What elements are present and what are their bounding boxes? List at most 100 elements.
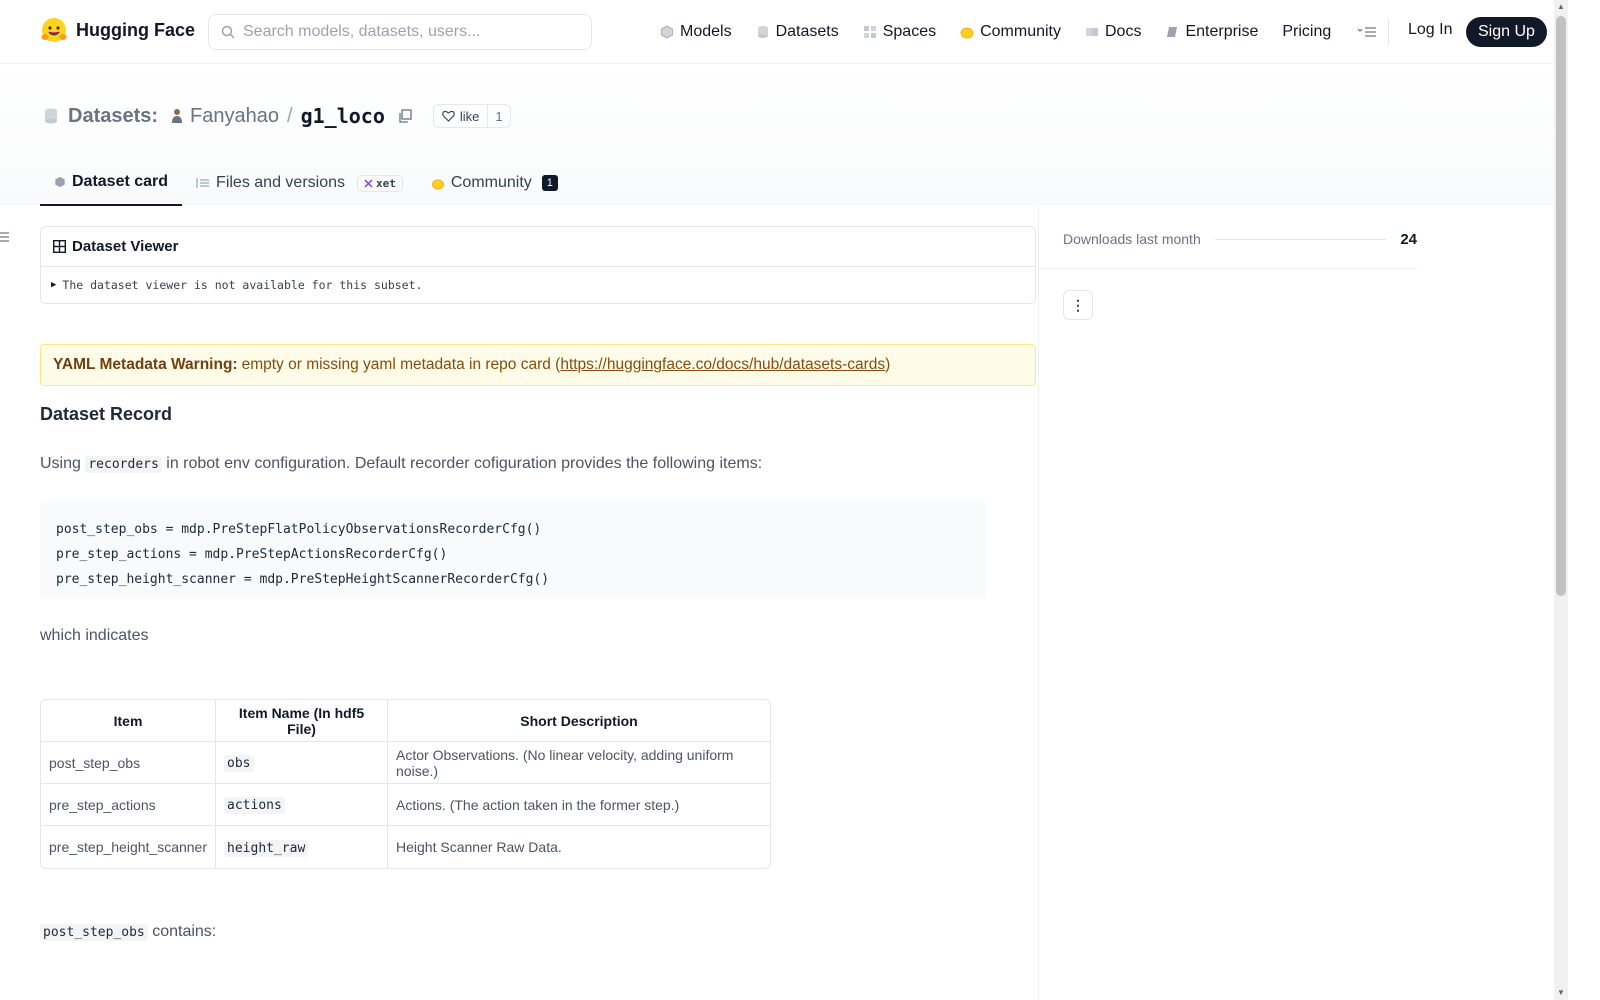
hugging-face-logo-icon [41, 18, 67, 42]
nav-models[interactable]: Models [660, 23, 732, 41]
xet-badge: xet [357, 174, 403, 192]
dataset-viewer-message: The dataset viewer is not available for … [62, 278, 423, 292]
tab-dataset-card-label: Dataset card [72, 173, 169, 190]
intro-text-pre: Using [40, 455, 86, 472]
dataset-card-content: Dataset Viewer ▶ The dataset viewer is n… [40, 226, 1036, 941]
files-icon [196, 178, 210, 188]
inline-code: recorders [85, 456, 162, 473]
scrollbar-thumb[interactable] [1556, 16, 1566, 596]
code-line: post_step_obs = mdp.PreStepFlatPolicyObs… [56, 522, 542, 537]
avatar [172, 109, 183, 123]
docs-icon [1086, 28, 1098, 37]
nav-community[interactable]: Community [960, 23, 1061, 41]
warning-close-paren: ) [885, 356, 891, 373]
section-heading: Dataset Record [40, 404, 173, 424]
table-header-row: Item Item Name (In hdf5 File) Short Desc… [41, 700, 771, 742]
nav-community-label: Community [980, 23, 1061, 40]
xet-icon [364, 179, 373, 187]
tab-community[interactable]: Community 1 [417, 160, 572, 206]
scroll-up-arrow-icon[interactable]: ▲ [1557, 3, 1565, 11]
table-icon [53, 240, 66, 253]
inline-code: post_step_obs [40, 924, 148, 941]
dataset-viewer-disclosure[interactable]: ▶ The dataset viewer is not available fo… [41, 267, 1035, 303]
downloads-stat: Downloads last month 24 [1063, 230, 1417, 248]
spaces-icon [863, 26, 876, 38]
dataset-viewer-header: Dataset Viewer [41, 227, 1035, 267]
brand[interactable]: Hugging Face [40, 16, 195, 44]
downloads-label: Downloads last month [1063, 231, 1201, 247]
table-row: post_step_obs obs Actor Observations. (N… [41, 742, 771, 784]
tab-files-and-versions[interactable]: Files and versions xet [182, 160, 417, 206]
login-link[interactable]: Log In [1408, 21, 1452, 39]
community-icon [960, 27, 974, 39]
repo-name[interactable]: g1_loco [301, 104, 385, 128]
search-icon [221, 25, 235, 39]
nav-links: Models Datasets Spaces Community Docs En… [660, 20, 1379, 44]
code-line: pre_step_height_scanner = mdp.PreStepHei… [56, 572, 550, 587]
nav-spaces[interactable]: Spaces [863, 23, 936, 41]
brand-name: Hugging Face [76, 19, 196, 40]
inline-code: height_raw [224, 839, 309, 857]
more-options-icon[interactable]: ⋮ [1063, 290, 1093, 320]
repo-header: Datasets: Fanyahao / g1_loco like 1 Data… [0, 64, 1568, 206]
more-menu-icon[interactable] [1355, 20, 1379, 44]
table-cell-desc: Actions. (The action taken in the former… [388, 784, 771, 826]
indicates-paragraph: which indicates [40, 627, 149, 644]
nav-models-label: Models [680, 23, 732, 40]
repo-tabs: Dataset card Files and versions xet Comm… [40, 160, 572, 206]
breadcrumb-separator: / [287, 104, 293, 127]
heart-icon [442, 110, 455, 122]
downloads-value: 24 [1400, 230, 1417, 248]
repo-owner-link[interactable]: Fanyahao [190, 105, 279, 128]
tab-files-label: Files and versions [216, 174, 345, 191]
nav-enterprise[interactable]: Enterprise [1165, 23, 1258, 41]
community-icon [431, 178, 444, 189]
table-cell-item: pre_step_actions [41, 784, 217, 826]
table-cell-item: pre_step_height_scanner [41, 826, 217, 868]
nav-datasets[interactable]: Datasets [756, 23, 839, 41]
table-header-cell: Item Name (In hdf5 File) [216, 700, 389, 742]
nav-pricing-label: Pricing [1282, 23, 1332, 40]
code-block: post_step_obs = mdp.PreStepFlatPolicyObs… [40, 501, 986, 599]
table-cell-desc: Actor Observations. (No linear velocity,… [388, 742, 771, 784]
warning-text: empty or missing yaml metadata in repo c… [241, 356, 561, 373]
tab-community-label: Community [450, 174, 532, 191]
scroll-down-arrow-icon[interactable]: ▼ [1557, 989, 1565, 997]
nav-divider [1388, 18, 1389, 46]
like-count[interactable]: 1 [487, 105, 509, 127]
like-label: like [459, 108, 480, 124]
warning-label: YAML Metadata Warning: [53, 356, 238, 373]
enterprise-icon [1167, 27, 1178, 37]
dataset-viewer-title: Dataset Viewer [72, 238, 179, 255]
scrollbar[interactable]: ▲ ▼ [1554, 0, 1568, 1000]
table-cell-name: obs [216, 742, 389, 784]
xet-label: xet [376, 176, 396, 190]
dataset-viewer: Dataset Viewer ▶ The dataset viewer is n… [40, 226, 1036, 304]
search-input[interactable] [243, 23, 573, 41]
nav-pricing[interactable]: Pricing [1282, 23, 1331, 41]
contains-paragraph: post_step_obs contains: [40, 923, 1036, 941]
sidebar-divider [1039, 268, 1417, 269]
like-toggle[interactable]: like [434, 105, 488, 127]
copy-icon[interactable] [397, 108, 413, 124]
disclosure-triangle-icon: ▶ [51, 280, 57, 290]
contains-text: contains: [147, 923, 217, 940]
inline-code: obs [224, 755, 254, 772]
nav-datasets-label: Datasets [775, 23, 839, 40]
repo-title: Datasets: Fanyahao / g1_loco like 1 [44, 104, 511, 128]
table-row: pre_step_height_scanner height_raw Heigh… [41, 826, 770, 868]
toc-toggle-icon[interactable] [0, 230, 10, 244]
repo-type-label[interactable]: Datasets: [68, 105, 158, 128]
dataset-cards-docs-link[interactable]: https://huggingface.co/docs/hub/datasets… [560, 356, 885, 374]
search-box[interactable] [208, 14, 592, 50]
signup-button[interactable]: Sign Up [1466, 17, 1547, 47]
nav-docs[interactable]: Docs [1085, 23, 1141, 41]
top-navbar: Hugging Face Models Datasets Spaces Comm… [0, 0, 1568, 64]
right-sidebar: Downloads last month 24 ⋮ [1038, 206, 1568, 1000]
table-header-cell: Item [41, 700, 217, 742]
intro-paragraph: Using recorders in robot env configurati… [40, 455, 1036, 473]
dataset-icon [45, 108, 57, 124]
recorder-items-table: Item Item Name (In hdf5 File) Short Desc… [40, 699, 772, 869]
tab-dataset-card[interactable]: Dataset card [40, 160, 183, 206]
like-button[interactable]: like 1 [432, 104, 511, 128]
